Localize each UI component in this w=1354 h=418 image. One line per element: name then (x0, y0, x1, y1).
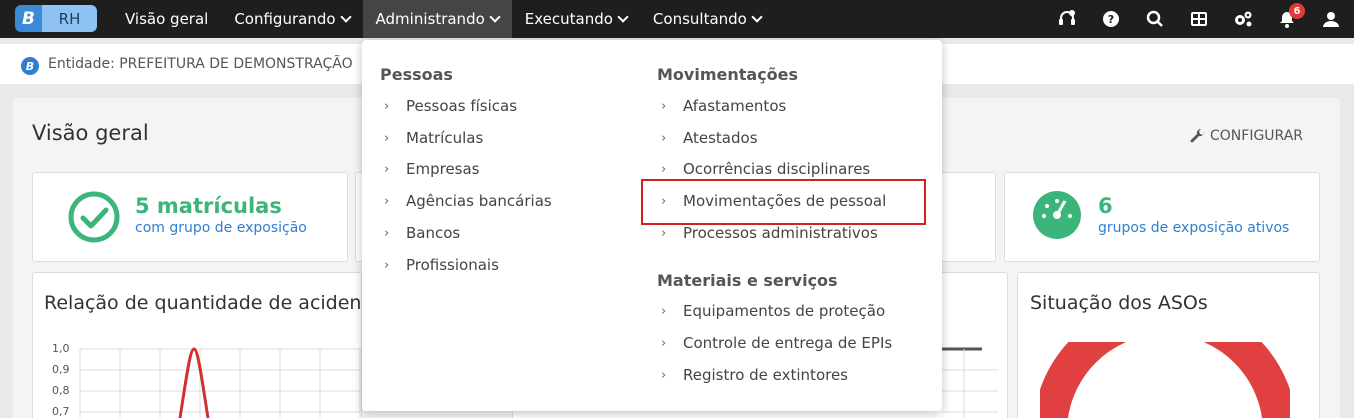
chevron-right-icon: › (661, 130, 667, 146)
menu-heading-movimentacoes: Movimentações (657, 65, 799, 84)
chevron-right-icon: › (384, 225, 390, 241)
menu-item-label: Matrículas (406, 129, 484, 147)
top-navbar: B RH Visão geral Configurando Administra… (0, 0, 1354, 38)
menu-item-equipamentos-de-protecao[interactable]: › Equipamentos de proteção (661, 302, 885, 320)
chevron-right-icon: › (384, 161, 390, 177)
menu-heading-pessoas: Pessoas (380, 65, 453, 84)
stat-value-matriculas: 5 matrículas (135, 194, 282, 218)
entity-label[interactable]: Entidade: PREFEITURA DE DEMONSTRAÇÃO (48, 56, 353, 72)
chevron-down-icon (751, 10, 763, 23)
main-nav: Visão geral Configurando Administrando E… (112, 0, 774, 38)
svg-text:?: ? (1108, 13, 1114, 26)
chevron-right-icon: › (661, 367, 667, 383)
chevron-right-icon: › (384, 257, 390, 273)
notifications-icon[interactable]: 6 (1276, 3, 1305, 30)
nav-label: Consultando (652, 10, 747, 28)
user-icon[interactable] (1320, 8, 1342, 30)
chevron-right-icon: › (661, 303, 667, 319)
menu-item-label: Controle de entrega de EPIs (683, 334, 893, 352)
configure-button[interactable]: CONFIGURAR (1190, 128, 1303, 144)
chevron-down-icon (339, 10, 352, 23)
apps-grid-icon[interactable] (1188, 8, 1210, 30)
nav-consultando[interactable]: Consultando (640, 0, 774, 38)
menu-item-empresas[interactable]: › Empresas (384, 160, 480, 178)
nav-label: Administrando (375, 10, 485, 28)
page-title: Visão geral (32, 121, 149, 145)
menu-item-label: Agências bancárias (406, 192, 552, 210)
menu-item-label: Ocorrências disciplinares (683, 160, 871, 178)
nav-label: Configurando (234, 10, 336, 28)
chevron-right-icon: › (661, 98, 667, 114)
chevron-right-icon: › (384, 193, 390, 209)
menu-item-controle-entrega-epis[interactable]: › Controle de entrega de EPIs (661, 334, 892, 352)
entity-icon: B (21, 57, 39, 75)
menu-item-label: Equipamentos de proteção (683, 302, 886, 320)
y-tick-label: 0,8 (52, 384, 70, 397)
aso-donut-segment (1040, 342, 1290, 418)
chevron-down-icon (617, 10, 629, 23)
stat-value-grupos: 6 (1098, 194, 1113, 218)
menu-item-registro-de-extintores[interactable]: › Registro de extintores (661, 366, 848, 384)
check-circle-icon (68, 191, 120, 243)
menu-item-matriculas[interactable]: › Matrículas (384, 129, 483, 147)
menu-item-label: Profissionais (406, 256, 499, 274)
help-icon[interactable]: ? (1100, 8, 1122, 30)
nav-executando[interactable]: Executando (512, 0, 640, 38)
menu-item-agencias-bancarias[interactable]: › Agências bancárias (384, 192, 552, 210)
chevron-down-icon (489, 10, 501, 23)
menu-heading-materiais-servicos: Materiais e serviços (657, 271, 838, 290)
support-icon[interactable] (1056, 8, 1078, 30)
menu-item-label: Empresas (406, 160, 480, 178)
aso-donut-chart (1040, 342, 1290, 418)
highlight-box (641, 179, 926, 225)
menu-item-afastamentos[interactable]: › Afastamentos (661, 97, 786, 115)
chart-grid (79, 348, 362, 418)
chevron-right-icon: › (661, 335, 667, 351)
nav-label: Executando (524, 10, 613, 28)
menu-item-processos-administrativos[interactable]: › Processos administrativos (661, 224, 878, 242)
menu-item-atestados[interactable]: › Atestados (661, 129, 758, 147)
y-tick-label: 0,9 (52, 363, 70, 376)
menu-item-ocorrencias-disciplinares[interactable]: › Ocorrências disciplinares (661, 160, 870, 178)
stat-label-grupos: grupos de exposição ativos (1098, 220, 1290, 236)
accidents-chart-title: Relação de quantidade de acidente (44, 292, 381, 314)
menu-item-bancos[interactable]: › Bancos (384, 224, 460, 242)
menu-item-label: Pessoas físicas (406, 97, 518, 115)
accidents-series-line (178, 347, 210, 418)
app-logo[interactable]: B RH (15, 5, 97, 32)
logo-label: RH (42, 5, 97, 32)
administrando-dropdown-menu: Pessoas › Pessoas físicas › Matrículas › Em… (362, 40, 942, 411)
configure-label: CONFIGURAR (1210, 128, 1304, 144)
menu-item-label: Registro de extintores (683, 366, 848, 384)
logo-letter: B (15, 5, 42, 32)
menu-item-label: Bancos (406, 224, 461, 242)
chevron-right-icon: › (661, 225, 667, 241)
menu-item-label: Atestados (683, 129, 758, 147)
accidents-chart (79, 347, 362, 418)
y-tick-label: 1,0 (52, 342, 70, 355)
toolbar-icons: ? 6 (1034, 0, 1342, 38)
gauge-icon (1033, 191, 1081, 239)
aso-chart-title: Situação dos ASOs (1030, 292, 1208, 314)
menu-item-label: Afastamentos (683, 97, 787, 115)
chevron-right-icon: › (661, 161, 667, 177)
nav-label: Visão geral (125, 10, 209, 28)
search-icon[interactable] (1144, 8, 1166, 30)
settings-icon[interactable] (1232, 8, 1254, 30)
notification-badge: 6 (1289, 3, 1305, 19)
nav-configurando[interactable]: Configurando (221, 0, 362, 38)
menu-item-pessoas-fisicas[interactable]: › Pessoas físicas (384, 97, 517, 115)
menu-item-profissionais[interactable]: › Profissionais (384, 256, 499, 274)
chevron-right-icon: › (384, 98, 390, 114)
nav-administrando[interactable]: Administrando (362, 0, 512, 38)
second-chart-grid (942, 347, 998, 418)
chevron-right-icon: › (384, 130, 390, 146)
nav-visao-geral[interactable]: Visão geral (112, 0, 221, 38)
wrench-icon (1190, 128, 1205, 143)
menu-item-label: Processos administrativos (683, 224, 878, 242)
y-tick-label: 0,7 (52, 405, 70, 418)
stat-label-matriculas: com grupo de exposição (135, 220, 307, 236)
